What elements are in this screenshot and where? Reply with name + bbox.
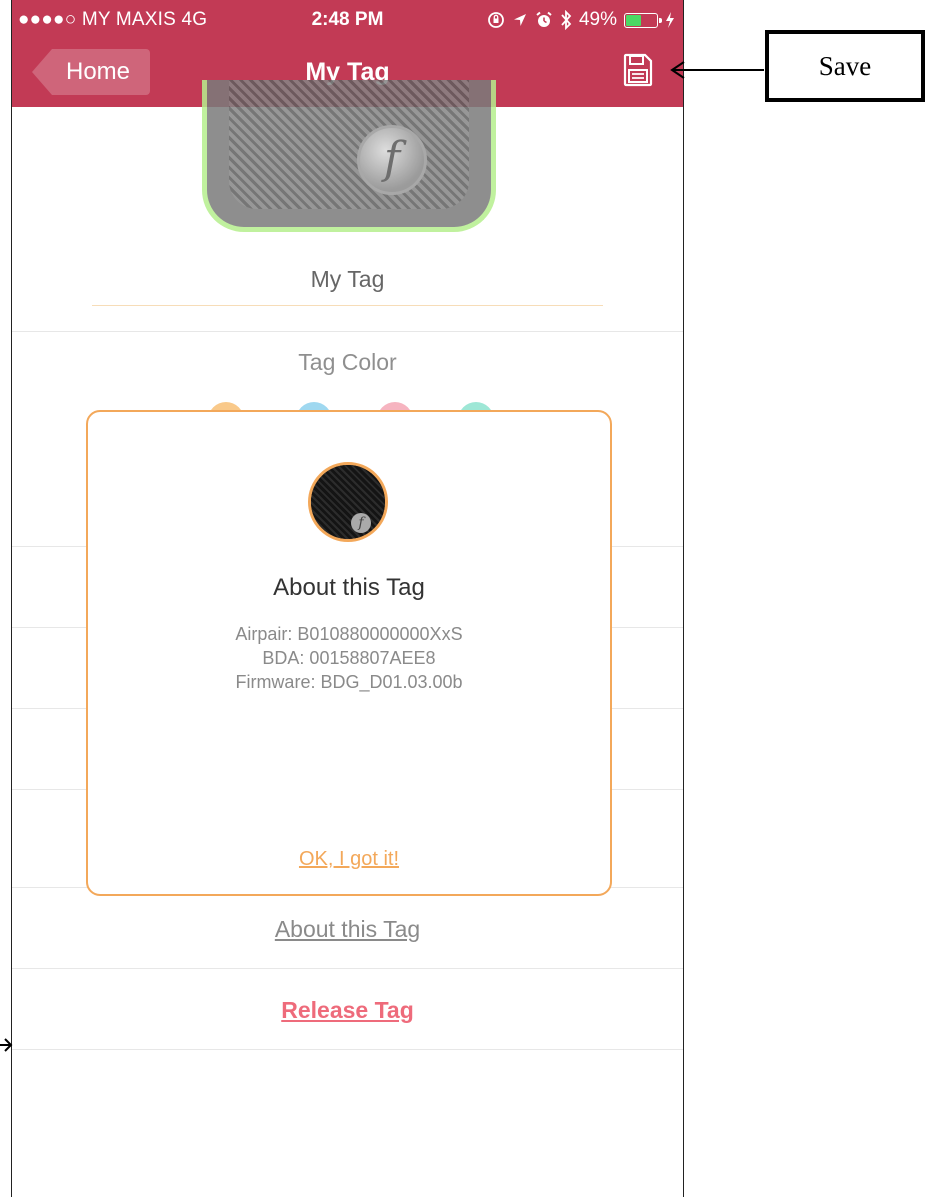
tag-thumbnail-texture	[311, 465, 385, 539]
battery-icon	[624, 12, 662, 28]
location-arrow-icon	[513, 14, 526, 26]
status-bar: ●●●●○ MY MAXIS 4G 2:48 PM 49%	[12, 0, 683, 40]
firmware-value: Firmware: BDG_D01.03.00b	[235, 672, 463, 692]
tag-logo-icon: f	[351, 513, 371, 533]
bda-value: BDA: 00158807AEE8	[262, 648, 436, 668]
tag-logo-icon: f	[357, 125, 427, 195]
about-tag-link[interactable]: About this Tag	[12, 916, 683, 943]
bluetooth-icon	[561, 10, 572, 30]
tag-info: Airpair: B010880000000XxS BDA: 00158807A…	[88, 622, 610, 694]
floppy-disk-icon[interactable]	[623, 53, 653, 87]
save-callout-label: Save	[765, 30, 925, 102]
release-tag-link[interactable]: Release Tag	[12, 997, 683, 1024]
tag-name-field[interactable]: My Tag	[92, 266, 603, 306]
divider	[12, 331, 683, 332]
airpair-value: Airpair: B010880000000XxS	[235, 624, 463, 644]
ok-button[interactable]: OK, I got it!	[88, 848, 610, 871]
dialog-title: About this Tag	[273, 574, 425, 601]
alarm-clock-icon	[536, 11, 552, 27]
tag-thumbnail: f	[308, 462, 388, 542]
charging-bolt-icon	[666, 12, 674, 28]
orientation-lock-icon	[488, 12, 504, 28]
tag-image: f	[202, 80, 496, 232]
tag-texture	[229, 80, 469, 209]
callout-arrow-icon	[670, 61, 764, 79]
arrow-pointer-icon	[0, 1038, 13, 1052]
about-tag-dialog: f About this Tag Airpair: B010880000000X…	[86, 410, 612, 896]
battery-percent: 49%	[578, 9, 617, 30]
divider	[12, 968, 683, 969]
phone-screen: ●●●●○ MY MAXIS 4G 2:48 PM 49% Home My Ta…	[11, 0, 684, 1197]
tag-color-label: Tag Color	[298, 349, 397, 375]
divider	[12, 1049, 683, 1050]
status-icons: 49%	[487, 9, 675, 31]
